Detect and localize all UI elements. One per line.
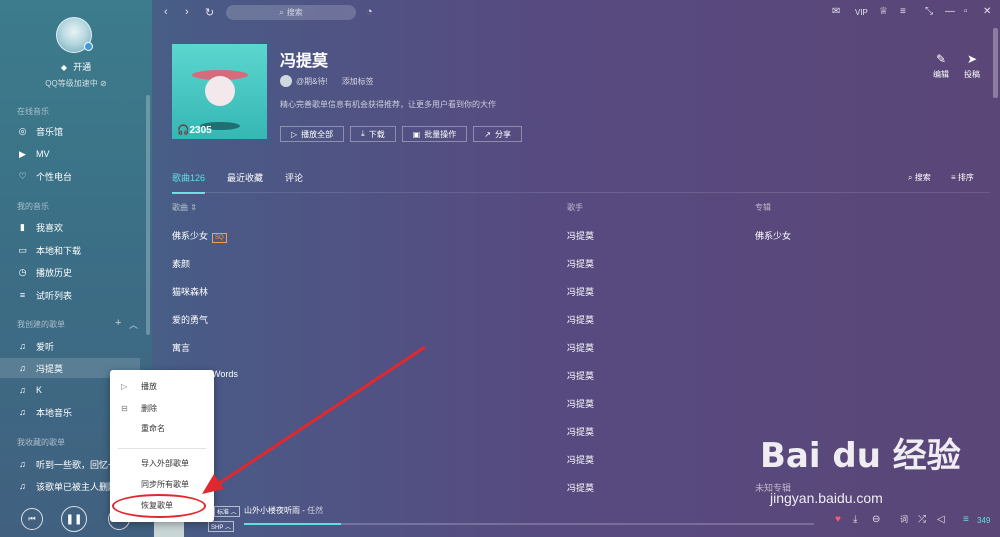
watermark-url: jingyan.baidu.com bbox=[770, 490, 883, 506]
watermark-logo: Bai du 经验 bbox=[760, 436, 961, 476]
baidu-watermark: Bai du 经验 jingyan.baidu.com bbox=[760, 428, 995, 516]
